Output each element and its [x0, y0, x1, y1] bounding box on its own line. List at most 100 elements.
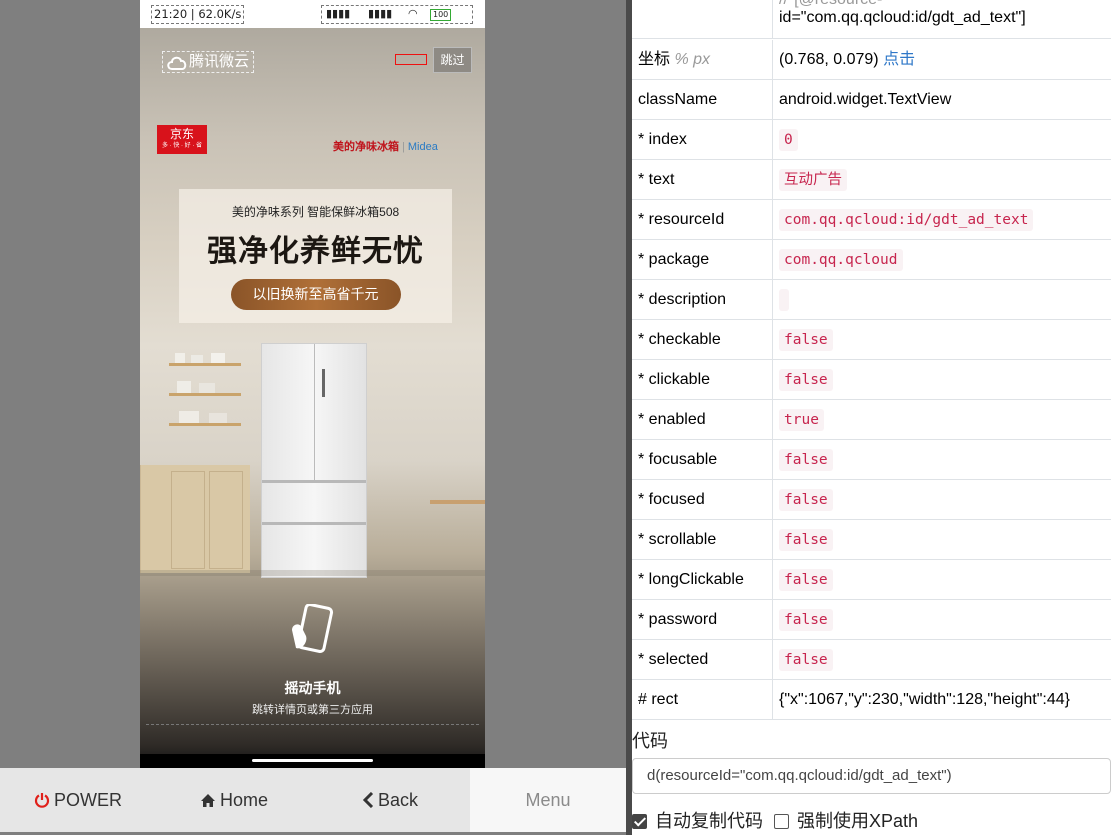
xpath-value: //*[@resource- id="com.qq.qcloud:id/gdt_… [779, 0, 1026, 26]
prop-row: * scrollable false [632, 520, 1111, 560]
prop-row: * enabled true [632, 400, 1111, 440]
device-screen[interactable]: 21:20 | 62.0K/s ▮▮▮▮ ▮▮▮▮ ◠ 100 腾讯微云 跳过 … [140, 0, 485, 768]
prop-row: * focusable false [632, 440, 1111, 480]
prop-value[interactable]: 0 [773, 120, 1111, 160]
prop-value[interactable]: false [773, 480, 1111, 520]
prop-value-text: false [779, 649, 833, 671]
prop-value[interactable]: {"x":1067,"y":230,"width":128,"height":4… [773, 680, 1111, 720]
prop-row: * clickable false [632, 360, 1111, 400]
xpath-key [632, 0, 773, 39]
prop-value-text: 0 [779, 129, 798, 151]
prop-value[interactable]: false [773, 640, 1111, 680]
prop-row: * resourceId com.qq.qcloud:id/gdt_ad_text [632, 200, 1111, 240]
code-label: 代码 [632, 731, 668, 751]
status-bar: 21:20 | 62.0K/s ▮▮▮▮ ▮▮▮▮ ◠ 100 [140, 0, 485, 28]
prop-key: * checkable [632, 320, 773, 360]
prop-value-text: false [779, 449, 833, 471]
prop-value[interactable]: true [773, 400, 1111, 440]
prop-key: * password [632, 600, 773, 640]
prop-key: * description [632, 280, 773, 320]
prop-row: * description [632, 280, 1111, 320]
force-xpath-checkbox[interactable] [774, 814, 790, 829]
device-button-bar: POWER Home Back Menu [0, 768, 626, 832]
code-input[interactable]: d(resourceId="com.qq.qcloud:id/gdt_ad_te… [632, 758, 1111, 794]
prop-row: * focused false [632, 480, 1111, 520]
jd-label: 京东 [169, 127, 194, 141]
back-button[interactable]: Back [312, 768, 468, 832]
prop-key: * focusable [632, 440, 773, 480]
prop-key: * focused [632, 480, 773, 520]
prop-value[interactable]: 互动广告 [773, 160, 1111, 200]
prop-value-text: false [779, 609, 833, 631]
home-button[interactable]: Home [156, 768, 312, 832]
prop-value-text: false [779, 329, 833, 351]
prop-value[interactable]: false [773, 560, 1111, 600]
prop-value-text: false [779, 369, 833, 391]
ad-text-highlight[interactable] [395, 54, 427, 65]
prop-key: * index [632, 120, 773, 160]
shelf-illustration [169, 353, 241, 426]
auto-copy-checkbox[interactable] [632, 814, 647, 829]
prop-key: * clickable [632, 360, 773, 400]
status-icons: ▮▮▮▮ ▮▮▮▮ ◠ 100 [321, 5, 473, 24]
prop-value-text: 互动广告 [779, 169, 847, 191]
chevron-left-icon [362, 791, 374, 809]
brand-name: 腾讯微云 [189, 53, 250, 70]
prop-row: * longClickable false [632, 560, 1111, 600]
coord-key: 坐标 % px [632, 40, 773, 80]
properties-panel: //*[@resource- id="com.qq.qcloud:id/gdt_… [632, 0, 1114, 835]
prop-key: * resourceId [632, 200, 773, 240]
dashed-divider [146, 724, 479, 725]
table-illustration [430, 500, 485, 580]
promo-line: 美的净味系列 智能保鲜冰箱508 [231, 205, 400, 219]
back-label: Back [377, 790, 419, 810]
shake-phone-icon [292, 604, 334, 653]
prop-value-text: {"x":1067,"y":230,"width":128,"height":4… [779, 691, 1070, 708]
prop-value[interactable]: false [773, 440, 1111, 480]
shake-title: 摇动手机 [284, 680, 341, 696]
power-button[interactable]: POWER [0, 768, 156, 832]
skip-button[interactable]: 跳过 [433, 47, 472, 73]
prop-value[interactable]: false [773, 320, 1111, 360]
prop-value[interactable]: false [773, 520, 1111, 560]
menu-label: Menu [525, 790, 571, 810]
prop-value-text: true [779, 409, 824, 431]
prop-row: # rect {"x":1067,"y":230,"width":128,"hei… [632, 680, 1111, 720]
home-label: Home [219, 790, 268, 810]
code-options: 自动复制代码 强制使用XPath [632, 807, 918, 833]
prop-row: * package com.qq.qcloud [632, 240, 1111, 280]
gesture-home-bar[interactable] [252, 759, 373, 762]
device-panel: 21:20 | 62.0K/s ▮▮▮▮ ▮▮▮▮ ◠ 100 腾讯微云 跳过 … [0, 0, 626, 835]
menu-button[interactable]: Menu [470, 768, 626, 832]
prop-value[interactable]: com.qq.qcloud:id/gdt_ad_text [773, 200, 1111, 240]
prop-value[interactable]: false [773, 600, 1111, 640]
midea-wordmark: Midea [407, 141, 438, 153]
brand-logo: 腾讯微云 [162, 51, 254, 73]
jd-logo: 京东 多 · 快 · 好 · 省 [157, 125, 207, 154]
status-time-speed: 21:20 | 62.0K/s [151, 5, 245, 24]
fridge-illustration [261, 343, 367, 578]
prop-value[interactable]: false [773, 360, 1111, 400]
prop-value[interactable] [773, 280, 1111, 320]
prop-value[interactable]: android.widget.TextView [773, 80, 1111, 120]
coord-row: 坐标 % px (0.768, 0.079) 点击 [632, 40, 1111, 80]
midea-logo: 美的净味冰箱 | Midea [333, 141, 438, 153]
prop-value-text: android.widget.TextView [779, 91, 952, 108]
prop-row: * password false [632, 600, 1111, 640]
promo-cta-button[interactable]: 以旧换新至高省千元 [230, 279, 401, 310]
prop-value-text: false [779, 569, 833, 591]
wifi-icon: ◠ [408, 7, 418, 20]
prop-key: className [632, 80, 773, 120]
shake-subtitle: 跳转详情页或第三方应用 [252, 704, 373, 716]
floor-shadow [140, 570, 485, 576]
prop-row: * selected false [632, 640, 1111, 680]
prop-key: * package [632, 240, 773, 280]
coord-click-link[interactable]: 点击 [883, 51, 915, 68]
prop-key: * selected [632, 640, 773, 680]
prop-value[interactable]: com.qq.qcloud [773, 240, 1111, 280]
prop-value-text [779, 288, 789, 311]
signal2-icon: ▮▮▮▮ [368, 7, 393, 20]
signal-icon: ▮▮▮▮ [326, 7, 351, 20]
prop-value-text: false [779, 529, 833, 551]
prop-row: className android.widget.TextView [632, 80, 1111, 120]
